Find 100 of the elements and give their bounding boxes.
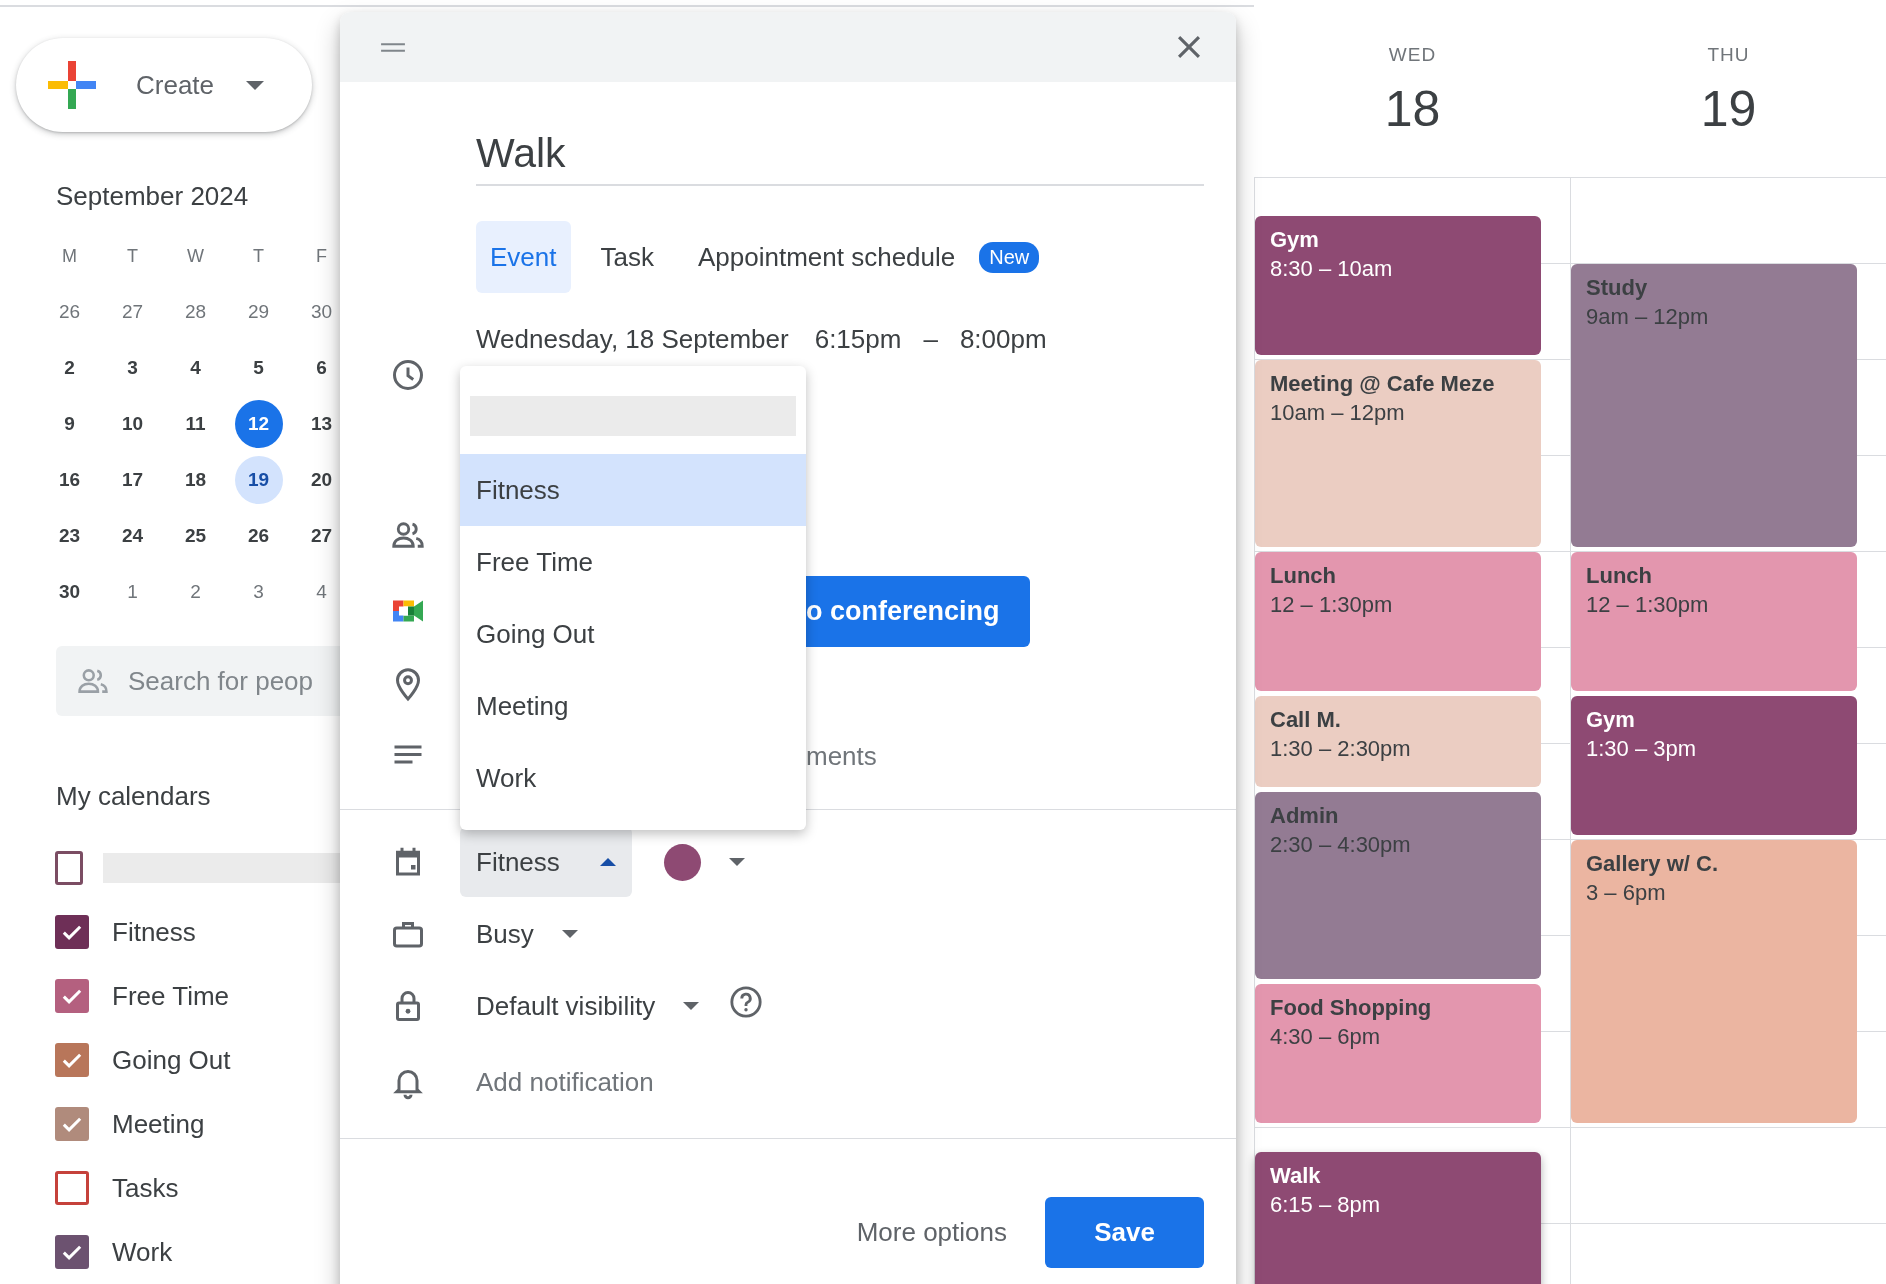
calendar-day[interactable]: 4 xyxy=(171,344,220,392)
event-title: Lunch xyxy=(1270,562,1337,590)
caret-icon[interactable] xyxy=(728,858,745,866)
event-title: Call M. xyxy=(1270,706,1342,734)
event-time: 12 – 1:30pm xyxy=(1270,591,1394,619)
calendar-label[interactable]: Free Time xyxy=(112,980,230,1012)
help-icon[interactable] xyxy=(729,985,764,1019)
create-button[interactable]: Create xyxy=(16,38,312,132)
calendar-day[interactable]: 2 xyxy=(45,344,94,392)
calendar-label[interactable]: Meeting xyxy=(112,1108,205,1140)
event-block[interactable]: Gym 1:30 – 3pm xyxy=(1571,696,1857,835)
checkbox[interactable] xyxy=(55,915,89,949)
tab[interactable]: Event xyxy=(476,221,571,293)
drag-handle-icon[interactable] xyxy=(380,40,406,54)
plus-icon xyxy=(48,61,96,109)
calendar-label[interactable]: Fitness xyxy=(112,916,196,948)
calendar-day[interactable]: 23 xyxy=(45,512,94,560)
availability-dropdown[interactable]: Busy xyxy=(476,918,534,950)
calendar-day[interactable]: 25 xyxy=(171,512,220,560)
caret-icon xyxy=(246,80,265,90)
menu-item[interactable]: Fitness xyxy=(460,454,806,526)
weekday-label: T xyxy=(253,245,264,267)
description-placeholder[interactable]: ments xyxy=(806,740,1236,772)
section-title: My calendars xyxy=(56,780,212,813)
save-button[interactable]: Save xyxy=(1045,1197,1204,1268)
calendar-dropdown[interactable]: Fitness xyxy=(460,827,632,897)
event-title: Gallery w/ C. xyxy=(1586,850,1720,878)
event-block[interactable]: Call M. 1:30 – 2:30pm xyxy=(1255,696,1541,787)
calendar-label[interactable]: Work xyxy=(112,1236,173,1268)
clock-icon xyxy=(390,357,426,393)
calendar-day[interactable]: 1 xyxy=(108,568,157,616)
event-title: Meeting @ Cafe Meze xyxy=(1270,370,1496,398)
calendar-day[interactable]: 17 xyxy=(108,456,157,504)
calendar-day[interactable]: 24 xyxy=(108,512,157,560)
event-time: 9am – 12pm xyxy=(1586,303,1710,331)
event-block[interactable]: Walk 6:15 – 8pm xyxy=(1255,1152,1541,1284)
event-title: Lunch xyxy=(1586,562,1653,590)
visibility-dropdown[interactable]: Default visibility xyxy=(476,990,656,1022)
event-title: Gym xyxy=(1586,706,1636,734)
start-time[interactable]: 6:15pm xyxy=(814,323,902,355)
weekday-label: T xyxy=(127,245,138,267)
calendar-day[interactable]: 5 xyxy=(234,344,283,392)
tab[interactable]: Appointment schedule xyxy=(683,221,970,293)
color-swatch[interactable] xyxy=(663,843,701,881)
event-title: Walk xyxy=(1270,1162,1322,1190)
event-time: 4:30 – 6pm xyxy=(1270,1023,1382,1051)
calendar-day[interactable]: 3 xyxy=(108,344,157,392)
add-notification-link[interactable]: Add notification xyxy=(476,1066,1236,1098)
checkbox[interactable] xyxy=(55,979,89,1013)
event-block[interactable]: Gym 8:30 – 10am xyxy=(1255,216,1541,355)
caret-icon xyxy=(599,858,616,866)
event-time: 10am – 12pm xyxy=(1270,399,1406,427)
event-time: 1:30 – 3pm xyxy=(1586,735,1698,763)
calendar-day[interactable]: 11 xyxy=(171,400,220,448)
event-block[interactable]: Meeting @ Cafe Meze 10am – 12pm xyxy=(1255,360,1541,547)
calendar-day[interactable]: 30 xyxy=(45,568,94,616)
checkbox[interactable] xyxy=(55,1043,89,1077)
calendar-day[interactable]: 3 xyxy=(234,568,283,616)
event-time: 1:30 – 2:30pm xyxy=(1270,735,1412,763)
checkbox[interactable] xyxy=(55,1171,89,1205)
menu-item[interactable]: Work xyxy=(460,742,806,814)
event-time: 2:30 – 4:30pm xyxy=(1270,831,1412,859)
event-title: Gym xyxy=(1270,226,1320,254)
calendar-day[interactable]: 19 xyxy=(234,456,283,504)
end-time[interactable]: 8:00pm xyxy=(959,323,1047,355)
event-time: 6:15 – 8pm xyxy=(1270,1191,1382,1219)
day-number[interactable]: 19 xyxy=(1700,80,1757,138)
checkbox[interactable] xyxy=(55,1107,89,1141)
calendar-label[interactable]: Tasks xyxy=(112,1172,179,1204)
calendar-day[interactable]: 12 xyxy=(234,400,283,448)
day-number[interactable]: 18 xyxy=(1384,80,1441,138)
caret-icon[interactable] xyxy=(683,1002,700,1010)
caret-icon[interactable] xyxy=(561,930,578,938)
checkbox[interactable] xyxy=(55,851,84,885)
calendar-day[interactable]: 18 xyxy=(171,456,220,504)
event-time: 8:30 – 10am xyxy=(1270,255,1394,283)
event-title: Food Shopping xyxy=(1270,994,1433,1022)
time-separator: – xyxy=(923,323,938,355)
tab[interactable]: Task xyxy=(586,221,668,293)
calendar-day[interactable]: 9 xyxy=(45,400,94,448)
calendar-day[interactable]: 2 xyxy=(171,568,220,616)
calendar-day[interactable]: 28 xyxy=(171,288,220,336)
calendar-day[interactable]: 10 xyxy=(108,400,157,448)
event-block[interactable]: Lunch 12 – 1:30pm xyxy=(1255,552,1541,691)
calendar-day[interactable]: 16 xyxy=(45,456,94,504)
event-block[interactable]: Lunch 12 – 1:30pm xyxy=(1571,552,1857,691)
calendar-label[interactable]: Going Out xyxy=(112,1044,231,1076)
weekday-label: F xyxy=(316,245,327,267)
checkbox[interactable] xyxy=(55,1235,89,1269)
calendar-day[interactable]: 29 xyxy=(234,288,283,336)
calendar-day[interactable]: 26 xyxy=(45,288,94,336)
calendar-day[interactable]: 26 xyxy=(234,512,283,560)
event-block[interactable]: Gallery w/ C. 3 – 6pm xyxy=(1571,840,1857,1123)
more-options-button[interactable]: More options xyxy=(850,1216,1013,1249)
event-block[interactable]: Food Shopping 4:30 – 6pm xyxy=(1255,984,1541,1123)
calendar-day[interactable]: 27 xyxy=(108,288,157,336)
date-text[interactable]: Wednesday, 18 September xyxy=(476,323,789,355)
weekday-label: THU xyxy=(1707,44,1750,66)
event-time: 12 – 1:30pm xyxy=(1586,591,1710,619)
event-title: Admin xyxy=(1270,802,1340,830)
